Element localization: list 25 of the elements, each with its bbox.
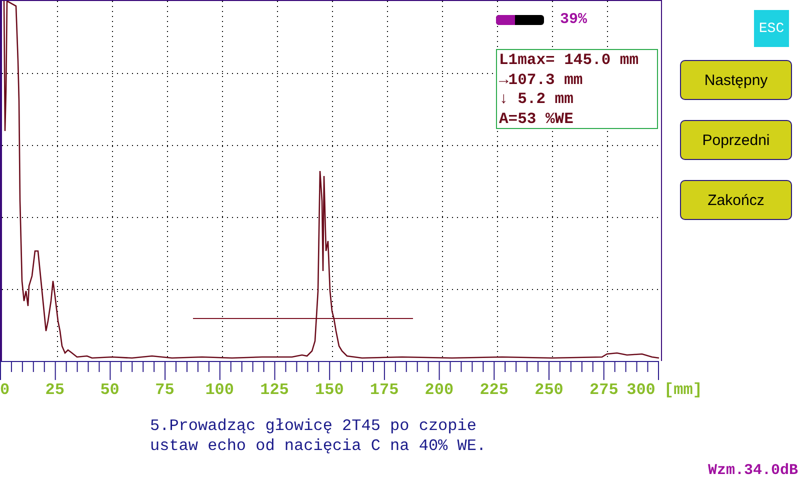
measurement-value: ↓ 5.2 mm (499, 90, 574, 110)
measurement-value: A=53 %WE (499, 110, 574, 129)
axis-label: 300 (626, 381, 656, 399)
axis-label: 275 (590, 381, 618, 399)
axis-label: 100 (205, 381, 234, 399)
battery-percent: 39% (560, 11, 588, 28)
menu-button[interactable]: Zakończ (680, 180, 792, 220)
gain-value: Wzm.34.0dB (708, 462, 798, 479)
menu-button[interactable]: Poprzedni (680, 120, 792, 160)
menu-button[interactable]: Następny (680, 60, 792, 100)
axis-label: 75 (155, 381, 174, 399)
measurement-value: L1max= 145.0 mm (499, 51, 640, 70)
axis-label: 0 (0, 381, 10, 399)
instruction-text: ustaw echo od nacięcia C na 40% WE. (150, 436, 488, 456)
axis-label: 150 (315, 381, 344, 399)
axis-label: 25 (45, 381, 64, 399)
instruction-text: 5.Prowadząc głowicę 2T45 po czopie (150, 416, 478, 436)
axis-label: 125 (260, 381, 289, 399)
axis-label: 200 (424, 381, 454, 399)
axis-label: 250 (534, 381, 564, 399)
axis-label: 225 (480, 381, 508, 399)
axis-unit: [mm] (664, 381, 702, 399)
axis-label: 50 (100, 381, 120, 399)
measurement-value: →107.3 mm (499, 70, 584, 90)
axis-label: 175 (370, 381, 399, 399)
